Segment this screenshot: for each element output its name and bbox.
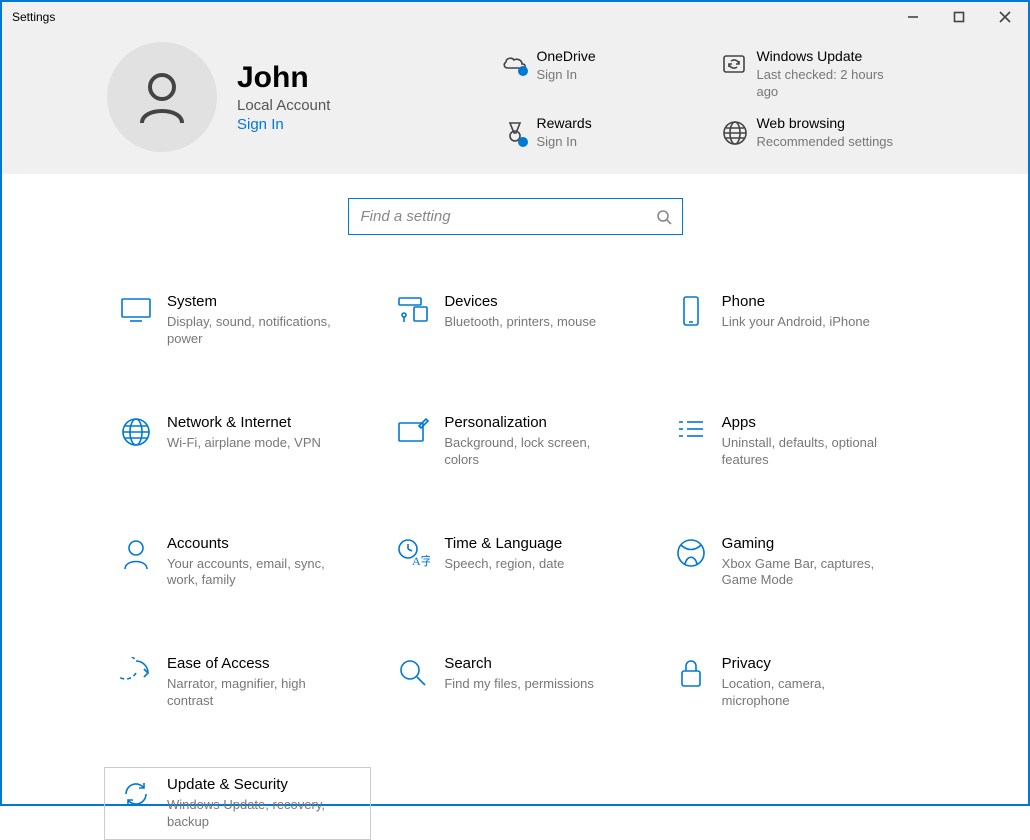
- cat-sub: Link your Android, iPhone: [722, 314, 870, 331]
- tile-web-browsing[interactable]: Web browsing Recommended settings: [714, 115, 934, 151]
- cat-search[interactable]: Search Find my files, permissions: [382, 647, 647, 718]
- tile-title: Rewards: [536, 115, 591, 131]
- cat-title: System: [167, 293, 337, 310]
- cat-sub: Background, lock screen, colors: [444, 435, 614, 469]
- update-icon: [120, 778, 152, 810]
- rewards-icon: [500, 119, 530, 149]
- devices-icon: [396, 295, 430, 325]
- apps-icon: [675, 416, 707, 446]
- cat-title: Devices: [444, 293, 596, 310]
- cat-time-language[interactable]: A字 Time & Language Speech, region, date: [382, 527, 647, 598]
- minimize-icon: [907, 11, 919, 23]
- cat-sub: Find my files, permissions: [444, 676, 594, 693]
- cat-title: Ease of Access: [167, 655, 337, 672]
- tile-sub: Last checked: 2 hours ago: [756, 67, 906, 101]
- close-icon: [999, 11, 1011, 23]
- cat-title: Privacy: [722, 655, 892, 672]
- ease-icon: [120, 657, 152, 689]
- settings-categories: System Display, sound, notifications, pow…: [105, 285, 925, 839]
- cat-sub: Wi-Fi, airplane mode, VPN: [167, 435, 321, 452]
- sync-icon: [720, 52, 750, 76]
- cat-sub: Xbox Game Bar, captures, Game Mode: [722, 556, 892, 590]
- cat-title: Search: [444, 655, 594, 672]
- system-icon: [119, 295, 153, 325]
- cat-apps[interactable]: Apps Uninstall, defaults, optional featur…: [660, 406, 925, 477]
- avatar[interactable]: [107, 42, 217, 152]
- tile-sub: Sign In: [536, 134, 591, 151]
- cat-sub: Display, sound, notifications, power: [167, 314, 337, 348]
- cat-sub: Location, camera, microphone: [722, 676, 892, 710]
- cat-gaming[interactable]: Gaming Xbox Game Bar, captures, Game Mode: [660, 527, 925, 598]
- cat-sub: Your accounts, email, sync, work, family: [167, 556, 337, 590]
- tile-onedrive[interactable]: OneDrive Sign In: [494, 48, 714, 101]
- window-controls: [890, 2, 1028, 32]
- tile-title: Web browsing: [756, 115, 893, 131]
- search-icon: [397, 657, 429, 689]
- gaming-icon: [675, 537, 707, 569]
- cat-title: Time & Language: [444, 535, 564, 552]
- window-title: Settings: [12, 10, 55, 24]
- cat-title: Apps: [722, 414, 892, 431]
- minimize-button[interactable]: [890, 2, 936, 32]
- cat-devices[interactable]: Devices Bluetooth, printers, mouse: [382, 285, 647, 356]
- cat-title: Phone: [722, 293, 870, 310]
- search-icon: [656, 209, 672, 225]
- cat-sub: Windows Update, recovery, backup: [167, 797, 337, 831]
- globe-icon: [721, 119, 749, 147]
- tile-title: Windows Update: [756, 48, 906, 64]
- cat-sub: Bluetooth, printers, mouse: [444, 314, 596, 331]
- user-icon: [132, 67, 192, 127]
- tile-sub: Sign In: [536, 67, 595, 84]
- onedrive-icon: [500, 52, 530, 76]
- cat-title: Accounts: [167, 535, 337, 552]
- search-input[interactable]: [359, 207, 656, 226]
- close-button[interactable]: [982, 2, 1028, 32]
- titlebar: Settings: [2, 2, 1028, 32]
- header: John Local Account Sign In OneDrive Sign …: [2, 32, 1028, 174]
- cat-title: Update & Security: [167, 776, 337, 793]
- signin-link[interactable]: Sign In: [237, 116, 330, 133]
- maximize-icon: [953, 11, 965, 23]
- privacy-icon: [676, 657, 706, 691]
- phone-icon: [677, 295, 705, 329]
- cat-accounts[interactable]: Accounts Your accounts, email, sync, work…: [105, 527, 370, 598]
- svg-text:A字: A字: [412, 553, 430, 568]
- cat-system[interactable]: System Display, sound, notifications, pow…: [105, 285, 370, 356]
- cat-update-security[interactable]: Update & Security Windows Update, recover…: [104, 767, 371, 840]
- globe-icon: [120, 416, 152, 448]
- time-language-icon: A字: [396, 537, 430, 569]
- user-name: John: [237, 61, 330, 95]
- user-subtitle: Local Account: [237, 97, 330, 114]
- tile-sub: Recommended settings: [756, 134, 893, 151]
- cat-sub: Speech, region, date: [444, 556, 564, 573]
- personalization-icon: [396, 416, 430, 446]
- tile-rewards[interactable]: Rewards Sign In: [494, 115, 714, 151]
- search-container: [2, 174, 1028, 255]
- cat-sub: Uninstall, defaults, optional features: [722, 435, 892, 469]
- cat-title: Network & Internet: [167, 414, 321, 431]
- accounts-icon: [121, 537, 151, 571]
- cat-phone[interactable]: Phone Link your Android, iPhone: [660, 285, 925, 356]
- cat-title: Personalization: [444, 414, 614, 431]
- cat-title: Gaming: [722, 535, 892, 552]
- tile-windows-update[interactable]: Windows Update Last checked: 2 hours ago: [714, 48, 934, 101]
- maximize-button[interactable]: [936, 2, 982, 32]
- search-box[interactable]: [348, 198, 683, 235]
- tile-title: OneDrive: [536, 48, 595, 64]
- cat-personalization[interactable]: Personalization Background, lock screen, …: [382, 406, 647, 477]
- cat-sub: Narrator, magnifier, high contrast: [167, 676, 337, 710]
- cat-ease-of-access[interactable]: Ease of Access Narrator, magnifier, high …: [105, 647, 370, 718]
- cat-privacy[interactable]: Privacy Location, camera, microphone: [660, 647, 925, 718]
- cat-network[interactable]: Network & Internet Wi-Fi, airplane mode, …: [105, 406, 370, 477]
